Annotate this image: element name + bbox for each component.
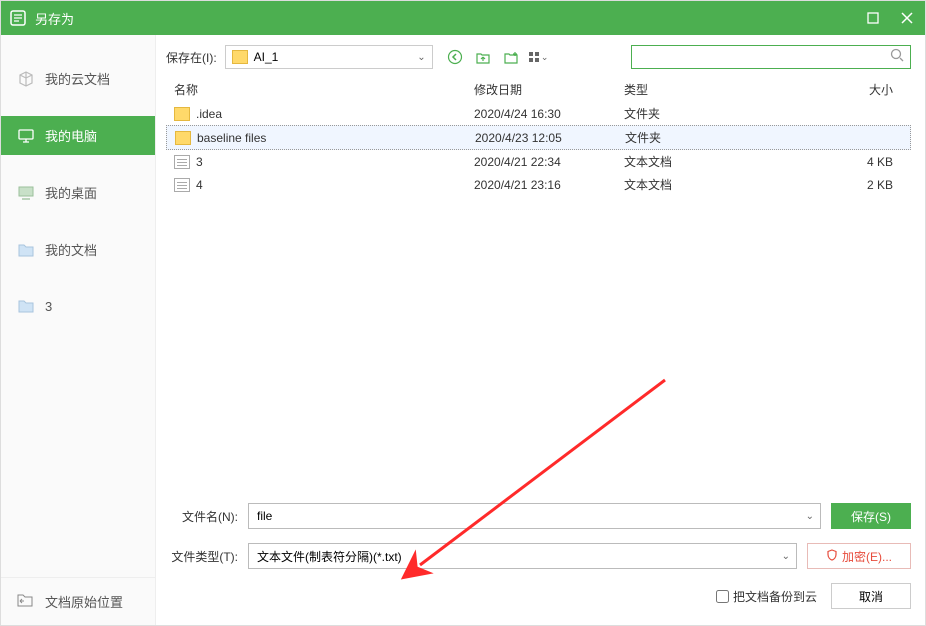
chevron-down-icon: ⌄ — [541, 52, 549, 63]
file-row[interactable]: 3 2020/4/21 22:34 文本文档 4 KB — [166, 150, 911, 173]
toolbar: 保存在(I): AI_1 ⌄ ⌄ — [166, 45, 911, 69]
column-date[interactable]: 修改日期 — [474, 81, 624, 98]
search-box[interactable] — [631, 45, 911, 69]
sidebar-item-my-computer[interactable]: 我的电脑 — [1, 116, 155, 155]
save-button[interactable]: 保存(S) — [831, 503, 911, 529]
file-date: 2020/4/21 22:34 — [474, 155, 624, 169]
file-name: .idea — [196, 107, 474, 121]
window-title: 另存为 — [35, 9, 863, 28]
title-bar: 另存为 — [1, 1, 925, 35]
file-date: 2020/4/21 23:16 — [474, 178, 624, 192]
close-button[interactable] — [897, 8, 917, 28]
column-type[interactable]: 类型 — [624, 81, 754, 98]
search-input[interactable] — [638, 50, 890, 64]
filename-label: 文件名(N): — [166, 508, 238, 525]
save-form: 文件名(N): file ⌄ 保存(S) 文件类型(T): 文本文件(制表符分隔… — [166, 497, 911, 615]
folder-icon — [17, 297, 35, 315]
file-date: 2020/4/24 16:30 — [474, 107, 624, 121]
location-dropdown[interactable]: AI_1 ⌄ — [225, 45, 433, 69]
filename-input[interactable]: file ⌄ — [248, 503, 821, 529]
file-type: 文本文档 — [624, 153, 754, 170]
back-button[interactable] — [445, 47, 465, 67]
filetype-dropdown[interactable]: 文本文件(制表符分隔)(*.txt) ⌄ — [248, 543, 797, 569]
folder-icon — [232, 50, 248, 64]
new-folder-button[interactable] — [501, 47, 521, 67]
file-row[interactable]: 4 2020/4/21 23:16 文本文档 2 KB — [166, 173, 911, 196]
column-name[interactable]: 名称 — [174, 81, 474, 98]
desktop-icon — [17, 184, 35, 202]
chevron-down-icon: ⌄ — [806, 511, 814, 522]
sidebar-item-label: 我的云文档 — [45, 69, 110, 88]
chevron-down-icon: ⌄ — [417, 52, 425, 63]
sidebar-original-location[interactable]: 文档原始位置 — [1, 577, 155, 625]
file-name: 4 — [196, 178, 474, 192]
cube-icon — [17, 70, 35, 88]
shield-icon — [826, 549, 838, 564]
sidebar-item-label: 我的电脑 — [45, 126, 97, 145]
text-file-icon — [174, 178, 190, 192]
file-size: 4 KB — [754, 155, 903, 169]
sidebar-item-my-documents[interactable]: 我的文档 — [1, 230, 155, 269]
file-type: 文件夹 — [625, 129, 755, 146]
column-size[interactable]: 大小 — [754, 81, 903, 98]
filetype-value: 文本文件(制表符分隔)(*.txt) — [257, 548, 402, 565]
view-mode-button[interactable]: ⌄ — [529, 47, 549, 67]
folder-icon — [17, 241, 35, 259]
sidebar: 我的云文档 我的电脑 我的桌面 我的文档 3 文档原始位置 — [1, 35, 156, 625]
folder-icon — [174, 107, 190, 121]
file-list: .idea 2020/4/24 16:30 文件夹 baseline files… — [166, 102, 911, 497]
backup-checkbox-input[interactable] — [716, 590, 729, 603]
save-in-label: 保存在(I): — [166, 49, 217, 66]
cancel-button[interactable]: 取消 — [831, 583, 911, 609]
text-file-icon — [174, 155, 190, 169]
file-size: 2 KB — [754, 178, 903, 192]
sidebar-item-label: 3 — [45, 299, 52, 314]
file-type: 文件夹 — [624, 105, 754, 122]
up-folder-button[interactable] — [473, 47, 493, 67]
grid-icon — [529, 52, 539, 62]
location-value: AI_1 — [254, 50, 418, 64]
sidebar-item-cloud-docs[interactable]: 我的云文档 — [1, 59, 155, 98]
file-row[interactable]: .idea 2020/4/24 16:30 文件夹 — [166, 102, 911, 125]
sidebar-item-my-desktop[interactable]: 我的桌面 — [1, 173, 155, 212]
chevron-down-icon: ⌄ — [782, 551, 790, 562]
filetype-label: 文件类型(T): — [166, 548, 238, 565]
file-name: 3 — [196, 155, 474, 169]
backup-label: 把文档备份到云 — [733, 588, 817, 605]
sidebar-item-label: 我的文档 — [45, 240, 97, 259]
file-list-header: 名称 修改日期 类型 大小 — [166, 77, 911, 102]
save-as-dialog: 另存为 我的云文档 我的电脑 我的桌面 我的文档 — [0, 0, 926, 626]
filename-value: file — [257, 509, 272, 523]
file-type: 文本文档 — [624, 176, 754, 193]
file-row[interactable]: baseline files 2020/4/23 12:05 文件夹 — [166, 125, 911, 150]
backup-to-cloud-checkbox[interactable]: 把文档备份到云 — [716, 588, 817, 605]
content-area: 保存在(I): AI_1 ⌄ ⌄ — [156, 35, 925, 625]
encrypt-button[interactable]: 加密(E)... — [807, 543, 911, 569]
sidebar-item-folder-3[interactable]: 3 — [1, 287, 155, 325]
maximize-button[interactable] — [863, 8, 883, 28]
search-icon — [890, 48, 904, 67]
sidebar-item-label: 我的桌面 — [45, 183, 97, 202]
app-logo-icon — [9, 9, 27, 27]
back-folder-icon — [17, 593, 35, 611]
file-name: baseline files — [197, 131, 475, 145]
folder-icon — [175, 131, 191, 145]
file-date: 2020/4/23 12:05 — [475, 131, 625, 145]
sidebar-footer-label: 文档原始位置 — [45, 592, 123, 611]
monitor-icon — [17, 127, 35, 145]
